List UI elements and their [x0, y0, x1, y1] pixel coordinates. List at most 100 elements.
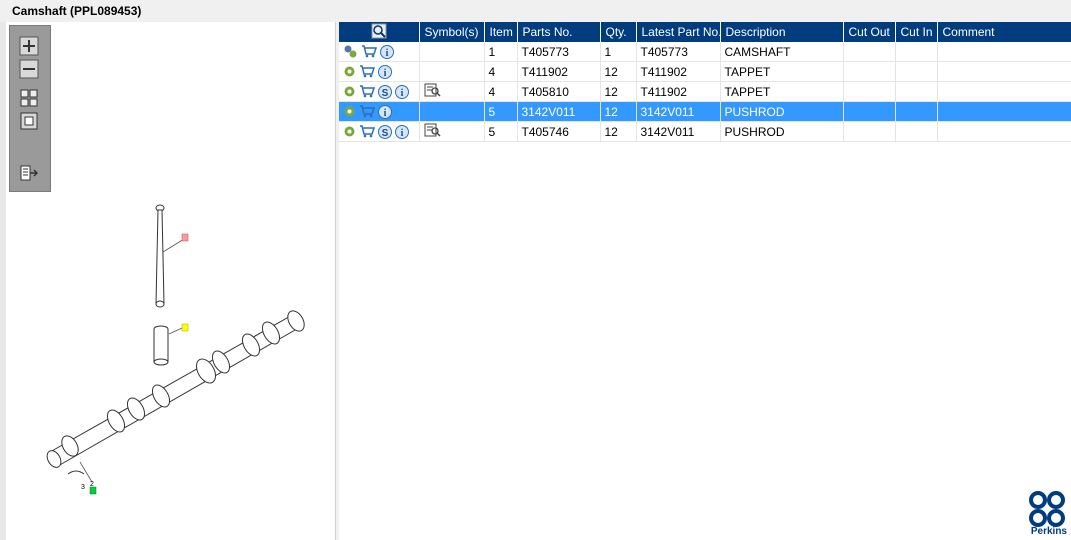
book-icon[interactable] [424, 83, 441, 97]
callout-8[interactable] [181, 233, 189, 242]
cut-in-cell [895, 42, 938, 62]
callout-4[interactable] [181, 323, 189, 332]
parts-no-cell: T405746 [517, 121, 601, 142]
row-actions-cell: i [339, 42, 420, 62]
window-title: Camshaft (PPL089453) [12, 4, 142, 18]
column-description[interactable]: Description [720, 22, 844, 42]
description-cell: CAMSHAFT [720, 42, 844, 62]
latest-part-no-cell: T405773 [636, 42, 721, 62]
parts-no-cell: T405773 [517, 42, 601, 62]
search-parts-icon[interactable] [371, 23, 387, 39]
parts-no-cell: T411902 [517, 61, 601, 82]
info-icon[interactable]: i [395, 124, 409, 139]
cart-icon[interactable] [359, 85, 375, 98]
column-parts-no[interactable]: Parts No. [517, 22, 601, 42]
gear-icon[interactable] [343, 125, 356, 138]
cut-in-cell [895, 121, 938, 142]
item-cell: 1 [484, 42, 518, 62]
item-cell: 4 [484, 81, 518, 102]
latest-part-no-cell: T411902 [636, 81, 721, 102]
cart-icon[interactable] [359, 65, 375, 78]
cut-in-cell [895, 61, 938, 82]
row-actions-cell: Si [339, 81, 420, 102]
qty-cell: 12 [600, 81, 637, 102]
description-cell: PUSHROD [720, 101, 844, 122]
cut-out-cell [843, 121, 896, 142]
gears-icon[interactable] [343, 44, 358, 59]
tappet-part [153, 325, 169, 366]
info-icon[interactable]: i [380, 44, 394, 59]
camshaft-part [46, 310, 305, 468]
svg-text:i: i [384, 68, 387, 79]
cart-icon[interactable] [361, 45, 377, 58]
info-icon[interactable]: i [395, 84, 409, 99]
cut-in-cell [895, 101, 938, 122]
comment-cell [937, 101, 1071, 122]
cut-out-cell [843, 101, 896, 122]
book-icon[interactable] [424, 123, 441, 137]
item-cell: 4 [484, 61, 518, 82]
description-cell: TAPPET [720, 81, 844, 102]
gear-icon[interactable] [343, 85, 356, 98]
svg-text:i: i [401, 128, 404, 139]
column-cut-out[interactable]: Cut Out [843, 22, 896, 42]
cut-out-cell [843, 81, 896, 102]
callout-3[interactable]: 3 [81, 484, 85, 491]
latest-part-no-cell: 3142V011 [636, 101, 721, 122]
gear-icon[interactable] [343, 105, 356, 118]
row-actions-cell: i [339, 101, 420, 122]
svg-text:i: i [386, 48, 389, 59]
symbols-cell [419, 81, 485, 102]
row-actions-cell: i [339, 61, 420, 82]
table-header-row: Symbol(s) Item Parts No. Qty. Latest Par… [339, 22, 1071, 42]
parts-table: Symbol(s) Item Parts No. Qty. Latest Par… [339, 22, 1071, 142]
cut-out-cell [843, 42, 896, 62]
parts-no-cell: 3142V011 [517, 101, 601, 122]
s-icon[interactable]: S [378, 124, 392, 139]
column-item[interactable]: Item [484, 22, 518, 42]
comment-cell [937, 81, 1071, 102]
column-symbols[interactable]: Symbol(s) [419, 22, 485, 42]
comment-cell [937, 61, 1071, 82]
column-cut-in[interactable]: Cut In [895, 22, 938, 42]
table-row[interactable]: i 4 T411902 12 T411902 TAPPET [339, 61, 1071, 82]
svg-text:i: i [401, 88, 404, 99]
qty-cell: 12 [600, 101, 637, 122]
callout-1[interactable] [89, 486, 97, 495]
table-row[interactable]: Si 4 T405810 12 T411902 TAPPET [339, 81, 1071, 102]
cut-in-cell [895, 81, 938, 102]
item-cell: 5 [484, 121, 518, 142]
column-comment[interactable]: Comment [937, 22, 1071, 42]
table-row[interactable]: i 5 3142V011 12 3142V011 PUSHROD [339, 101, 1071, 122]
parts-no-cell: T405810 [517, 81, 601, 102]
item-cell: 5 [484, 101, 518, 122]
camshaft-exploded-drawing: 2 3 [46, 204, 305, 495]
gear-icon[interactable] [343, 65, 356, 78]
parts-list-pane: Symbol(s) Item Parts No. Qty. Latest Par… [339, 22, 1071, 540]
qty-cell: 12 [600, 61, 637, 82]
column-qty[interactable]: Qty. [600, 22, 637, 42]
description-cell: PUSHROD [720, 121, 844, 142]
qty-cell: 1 [600, 42, 637, 62]
comment-cell [937, 42, 1071, 62]
s-icon[interactable]: S [378, 84, 392, 99]
symbols-cell [419, 61, 485, 82]
drawing-pane[interactable]: 2 3 [6, 22, 336, 540]
info-icon[interactable]: i [378, 104, 392, 119]
svg-text:i: i [384, 108, 387, 119]
symbols-cell [419, 101, 485, 122]
cart-icon[interactable] [359, 125, 375, 138]
qty-cell: 12 [600, 121, 637, 142]
column-actions[interactable] [339, 22, 420, 42]
column-latest-part-no[interactable]: Latest Part No. [636, 22, 721, 42]
svg-text:S: S [382, 128, 389, 139]
cart-icon[interactable] [359, 105, 375, 118]
cut-out-cell [843, 61, 896, 82]
pushrod-part [155, 204, 165, 308]
title-bar: Camshaft (PPL089453) [0, 0, 1071, 22]
table-row[interactable]: i 1 T405773 1 T405773 CAMSHAFT [339, 42, 1071, 62]
info-icon[interactable]: i [378, 64, 392, 79]
row-actions-cell: Si [339, 121, 420, 142]
description-cell: TAPPET [720, 61, 844, 82]
table-row[interactable]: Si 5 T405746 12 3142V011 PUSHROD [339, 121, 1071, 142]
